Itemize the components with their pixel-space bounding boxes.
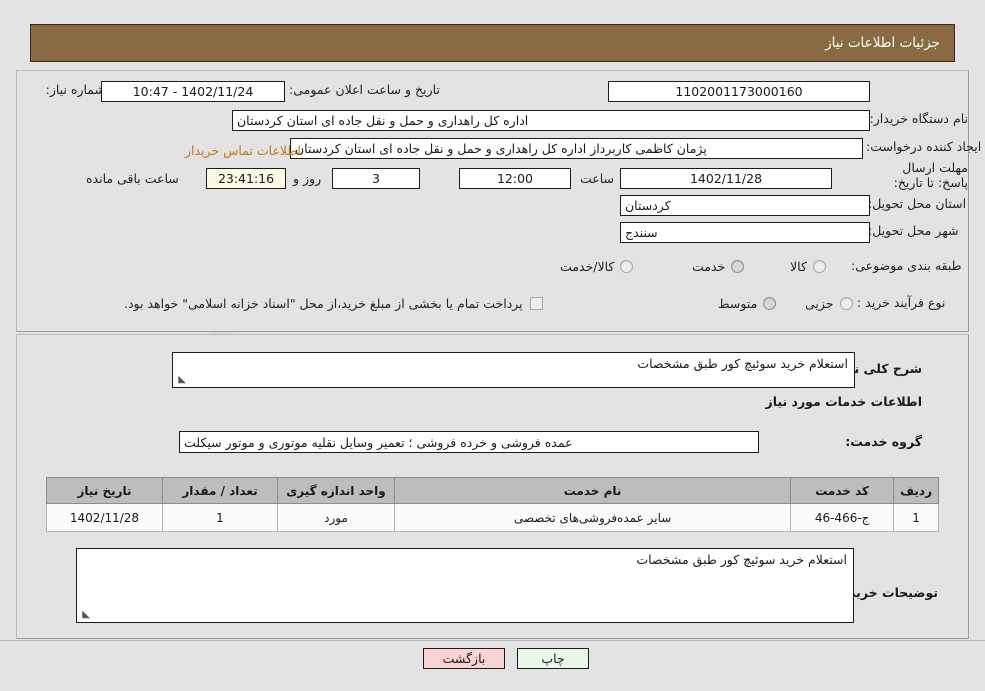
- buyer-org-label-wrap: نام دستگاه خریدار:: [870, 111, 968, 126]
- province-label: استان محل تحویل:: [868, 196, 967, 211]
- cell-qty: 1: [162, 503, 278, 532]
- buyer-org-field: اداره کل راهداری و حمل و نقل جاده ای است…: [232, 110, 870, 131]
- category-option-khedmat[interactable]: خدمت: [692, 259, 745, 274]
- back-button[interactable]: بازگشت: [423, 648, 505, 669]
- deadline-hour-label: ساعت: [580, 171, 615, 186]
- col-unit: واحد اندازه گیری: [277, 477, 395, 504]
- buyer-notes-value: استعلام خرید سوئیچ کور طبق مشخصات: [636, 552, 847, 567]
- page-title: جزئیات اطلاعات نیاز: [825, 35, 940, 51]
- buyer-notes-textarea[interactable]: استعلام خرید سوئیچ کور طبق مشخصات ◣: [76, 548, 854, 623]
- province-label-wrap: استان محل تحویل:: [868, 196, 966, 211]
- category-option-kala-khedmat[interactable]: کالا/خدمت: [560, 259, 634, 274]
- treasury-checkbox-label: پرداخت تمام یا بخشی از مبلغ خرید،از محل …: [124, 296, 523, 311]
- service-group-label: گروه خدمت:: [845, 434, 922, 449]
- service-group-field: عمده فروشی و خرده فروشی ؛ تعمیر وسایل نق…: [179, 431, 759, 453]
- category-option-kala[interactable]: کالا: [790, 259, 826, 274]
- deadline-label: مهلت ارسال پاسخ: تا تاریخ:: [893, 160, 968, 190]
- resize-grip-icon[interactable]: ◣: [176, 375, 186, 385]
- process-option-motevaset-label: متوسط: [718, 296, 758, 311]
- category-label: طبقه بندی موضوعی:: [851, 258, 962, 273]
- col-radif: ردیف: [893, 477, 939, 504]
- need-number-field: 1102001173000160: [608, 81, 870, 102]
- countdown-label: ساعت باقی مانده: [86, 171, 179, 186]
- radio-jozii-icon[interactable]: [839, 297, 853, 310]
- col-qty: تعداد / مقدار: [162, 477, 278, 504]
- category-option-kala-khedmat-label: کالا/خدمت: [560, 259, 615, 274]
- cell-name: سایر عمده‌فروشی‌های تخصصی: [393, 503, 792, 532]
- cell-code: ج-466-46: [790, 503, 895, 532]
- category-option-khedmat-label: خدمت: [692, 259, 726, 274]
- radio-motevaset-icon[interactable]: [763, 297, 777, 310]
- creator-field: پژمان کاظمی کاربرداز اداره کل راهداری و …: [290, 138, 863, 159]
- city-label: شهر محل تحویل:: [868, 223, 959, 238]
- resize-grip-icon-2[interactable]: ◣: [80, 610, 90, 620]
- print-button[interactable]: چاپ: [517, 648, 589, 669]
- buyer-contact-link[interactable]: اطلاعات تماس خریدار: [185, 143, 301, 158]
- city-label-wrap: شهر محل تحویل:: [868, 223, 958, 238]
- treasury-checkbox-icon[interactable]: [529, 297, 543, 310]
- process-option-jozii[interactable]: جزیی: [805, 296, 853, 311]
- category-option-kala-label: کالا: [790, 259, 807, 274]
- col-date: تاریخ نیاز: [46, 477, 163, 504]
- category-label-wrap: طبقه بندی موضوعی:: [851, 258, 962, 273]
- process-label: نوع فرآیند خرید :: [857, 295, 946, 310]
- remaining-days-field: 3: [332, 168, 420, 189]
- footer-divider: [0, 640, 985, 641]
- buyer-org-label: نام دستگاه خریدار:: [869, 111, 968, 126]
- radio-khedmat-icon[interactable]: [731, 260, 745, 273]
- services-table: ردیف کد خدمت نام خدمت واحد اندازه گیری ت…: [46, 477, 939, 532]
- treasury-checkbox-row[interactable]: پرداخت تمام یا بخشی از مبلغ خرید،از محل …: [124, 296, 543, 311]
- city-field: سنندج: [620, 222, 870, 243]
- services-section-heading: اطلاعات خدمات مورد نیاز: [765, 394, 923, 409]
- need-number-label: شماره نیاز:: [45, 82, 105, 97]
- col-code: کد خدمت: [790, 477, 895, 504]
- need-summary-value: استعلام خرید سوئیچ کور طبق مشخصات: [637, 356, 848, 371]
- cell-radif: 1: [893, 503, 939, 532]
- col-name: نام خدمت: [393, 477, 792, 504]
- countdown-field: 23:41:16: [206, 168, 286, 189]
- buyer-contact-link-wrap[interactable]: اطلاعات تماس خریدار: [185, 140, 301, 159]
- cell-unit: مورد: [277, 503, 395, 532]
- radio-kala-khedmat-icon[interactable]: [620, 260, 634, 273]
- services-table-wrap: ردیف کد خدمت نام خدمت واحد اندازه گیری ت…: [46, 477, 939, 532]
- need-summary-textarea[interactable]: استعلام خرید سوئیچ کور طبق مشخصات ◣: [172, 352, 855, 388]
- table-header-row: ردیف کد خدمت نام خدمت واحد اندازه گیری ت…: [46, 477, 939, 504]
- table-row: 1 ج-466-46 سایر عمده‌فروشی‌های تخصصی مور…: [46, 503, 939, 532]
- province-field: کردستان: [620, 195, 870, 216]
- page-header: جزئیات اطلاعات نیاز: [30, 24, 955, 62]
- announce-label: تاریخ و ساعت اعلان عمومی:: [289, 82, 440, 97]
- remaining-days-label: روز و: [293, 171, 322, 186]
- deadline-hour-field: 12:00: [459, 168, 571, 189]
- announce-label-wrap: تاریخ و ساعت اعلان عمومی:: [289, 82, 440, 97]
- announce-datetime-field: 1402/11/24 - 10:47: [101, 81, 285, 102]
- need-number-row: شماره نیاز:: [46, 82, 105, 97]
- radio-kala-icon[interactable]: [812, 260, 826, 273]
- creator-label: ایجاد کننده درخواست:: [866, 139, 982, 154]
- process-label-wrap: نوع فرآیند خرید :: [857, 295, 945, 310]
- process-option-jozii-label: جزیی: [805, 296, 834, 311]
- deadline-date-field: 1402/11/28: [620, 168, 832, 189]
- page-root: جزئیات اطلاعات نیاز AriaTender .net شمار…: [0, 0, 985, 691]
- process-option-motevaset[interactable]: متوسط: [718, 296, 777, 311]
- deadline-label-wrap: مهلت ارسال پاسخ: تا تاریخ:: [872, 160, 968, 190]
- cell-date: 1402/11/28: [46, 503, 163, 532]
- creator-label-wrap: ایجاد کننده درخواست:: [866, 139, 981, 154]
